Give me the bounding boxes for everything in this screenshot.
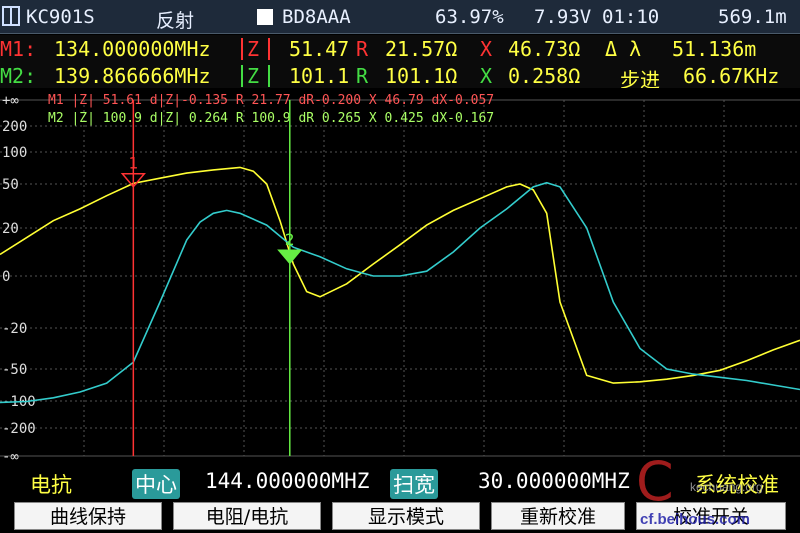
marker2-label: M2: [0, 64, 37, 88]
marker1-x-value: 46.73Ω [508, 37, 581, 61]
curve-hold-button[interactable]: 曲线保持 [14, 502, 162, 530]
center-value[interactable]: 144.000000MHZ [205, 469, 369, 493]
watermark-logo-icon: C [636, 450, 674, 513]
marker2-separator [241, 65, 243, 87]
y-tick-label: 100 [2, 145, 27, 161]
square-indicator-icon [257, 9, 273, 25]
y-tick-label: -50 [2, 362, 27, 378]
center-label[interactable]: 中心 [132, 469, 180, 499]
resistance-reactance-button[interactable]: 电阻/电抗 [173, 502, 321, 530]
marker1-separator [241, 38, 243, 60]
y-tick-label: -∞ [2, 449, 19, 465]
marker1-z-value: 51.47 [289, 37, 350, 61]
marker1-freq: 134.000000MHz [54, 37, 211, 61]
marker1-z-tag: Z [247, 37, 260, 61]
marker1-row[interactable]: M1: 134.000000MHz Z 51.47 R 21.57Ω X 46.… [0, 35, 800, 62]
y-tick-label: +∞ [2, 93, 19, 109]
marker2-separator-2 [268, 65, 270, 87]
span-value[interactable]: 30.000000MHZ [478, 469, 630, 493]
marker1-tag: 1 [128, 154, 138, 173]
readout-m2: M2 |Z| 100.9 d|Z| 0.264 R 100.9 dR 0.265… [48, 111, 494, 126]
measurement-mode: 反射 [156, 10, 195, 32]
device-model: KC901S [26, 6, 95, 28]
marker2-x-tag: X [480, 64, 493, 88]
app-logo-icon [2, 6, 20, 26]
display-mode-button[interactable]: 显示模式 [332, 502, 480, 530]
marker1-wavelength-tag: Δ λ [605, 37, 642, 61]
title-bar: KC901S 反射 BD8AAA 63.97% 7.93V 01:10 569.… [0, 0, 800, 34]
marker2-row[interactable]: M2: 139.866666MHz Z 101.1 R 101.1Ω X 0.2… [0, 62, 800, 92]
plot-background [0, 88, 800, 466]
marker1-x-tag: X [480, 37, 493, 61]
sweep-info-bar: 电抗 中心 144.000000MHZ 扫宽 30.000000MHZ 系统校准 [0, 466, 800, 500]
watermark-bottom: cf.beihous.com [640, 511, 751, 528]
battery-percent: 63.97% [435, 6, 504, 28]
recalibrate-button[interactable]: 重新校准 [491, 502, 625, 530]
y-tick-label: -20 [2, 321, 27, 337]
marker2-r-value: 101.1Ω [385, 64, 458, 88]
marker2-z-tag: Z [247, 64, 260, 88]
y-tick-label: 200 [2, 119, 27, 135]
extra-readout: 569.1m [718, 6, 787, 28]
battery-voltage: 7.93V [534, 6, 592, 28]
y-tick-label: 0 [2, 269, 10, 285]
marker1-separator-2 [268, 38, 270, 60]
marker1-r-tag: R [356, 37, 369, 61]
readout-m1: M1 |Z| 51.61 d|Z|-0.135 R 21.77 dR-0.200… [48, 93, 494, 108]
impedance-plot[interactable]: +∞20010050200-20-50-100-200-∞ M1 |Z| 51.… [0, 88, 800, 466]
marker2-freq: 139.866666MHz [54, 64, 211, 88]
clock: 01:10 [602, 6, 660, 28]
marker1-label: M1: [0, 37, 37, 61]
marker1-wavelength: 51.136m [672, 37, 757, 61]
span-label[interactable]: 扫宽 [390, 469, 438, 499]
watermark-top: kechuang.org [690, 480, 763, 494]
marker1-r-value: 21.57Ω [385, 37, 458, 61]
y-tick-label: 20 [2, 221, 19, 237]
display-mode[interactable]: 电抗 [30, 469, 72, 499]
marker2-step: 66.67KHz [683, 64, 780, 88]
marker2-z-value: 101.1 [289, 64, 350, 88]
marker2-tag: 2 [285, 230, 295, 249]
y-tick-label: 50 [2, 177, 19, 193]
callsign: BD8AAA [282, 6, 351, 28]
marker2-r-tag: R [356, 64, 369, 88]
y-tick-label: -200 [2, 421, 36, 437]
marker2-x-value: 0.258Ω [508, 64, 581, 88]
